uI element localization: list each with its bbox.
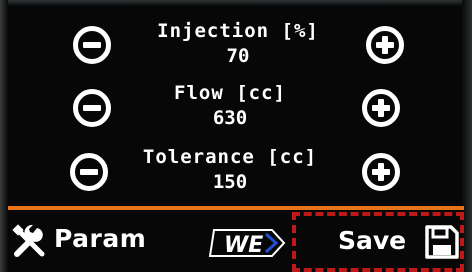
brand-logo: WE [208, 229, 286, 258]
footer-bar: Param WE Save [0, 210, 472, 272]
param-row-injection: Injection [%] 70 [0, 14, 472, 76]
injection-label: Injection [%] [157, 20, 319, 42]
tolerance-value: 150 [212, 171, 248, 193]
tolerance-increase-button[interactable] [362, 153, 400, 191]
plus-vertical-bar [378, 99, 384, 117]
device-screen: Injection [%] 70 Flow [cc] 630 Tolerance… [0, 0, 472, 272]
minus-circle-icon [83, 42, 101, 48]
param-label: Param [54, 224, 147, 253]
flow-increase-button[interactable] [362, 89, 400, 127]
flow-label: Flow [cc] [174, 82, 286, 104]
injection-value: 70 [226, 45, 250, 67]
param-button[interactable]: Param [12, 220, 172, 264]
save-button[interactable]: Save [292, 212, 464, 272]
bezel-top [0, 0, 472, 6]
minus-circle-icon [83, 105, 101, 111]
injection-decrease-button[interactable] [73, 26, 111, 64]
injection-increase-button[interactable] [366, 26, 404, 64]
tools-icon [12, 224, 45, 257]
flow-value: 630 [212, 107, 248, 129]
flow-decrease-button[interactable] [73, 89, 111, 127]
tolerance-label: Tolerance [cc] [142, 146, 318, 168]
brand-logo-text: WE [224, 233, 263, 258]
floppy-disk-icon [425, 225, 459, 259]
save-label: Save [338, 226, 407, 255]
param-row-tolerance: Tolerance [cc] 150 [0, 140, 472, 202]
minus-circle-icon [80, 169, 98, 175]
param-row-flow: Flow [cc] 630 [0, 76, 472, 138]
plus-vertical-bar [382, 36, 388, 54]
plus-vertical-bar [378, 163, 384, 181]
tolerance-decrease-button[interactable] [70, 153, 108, 191]
